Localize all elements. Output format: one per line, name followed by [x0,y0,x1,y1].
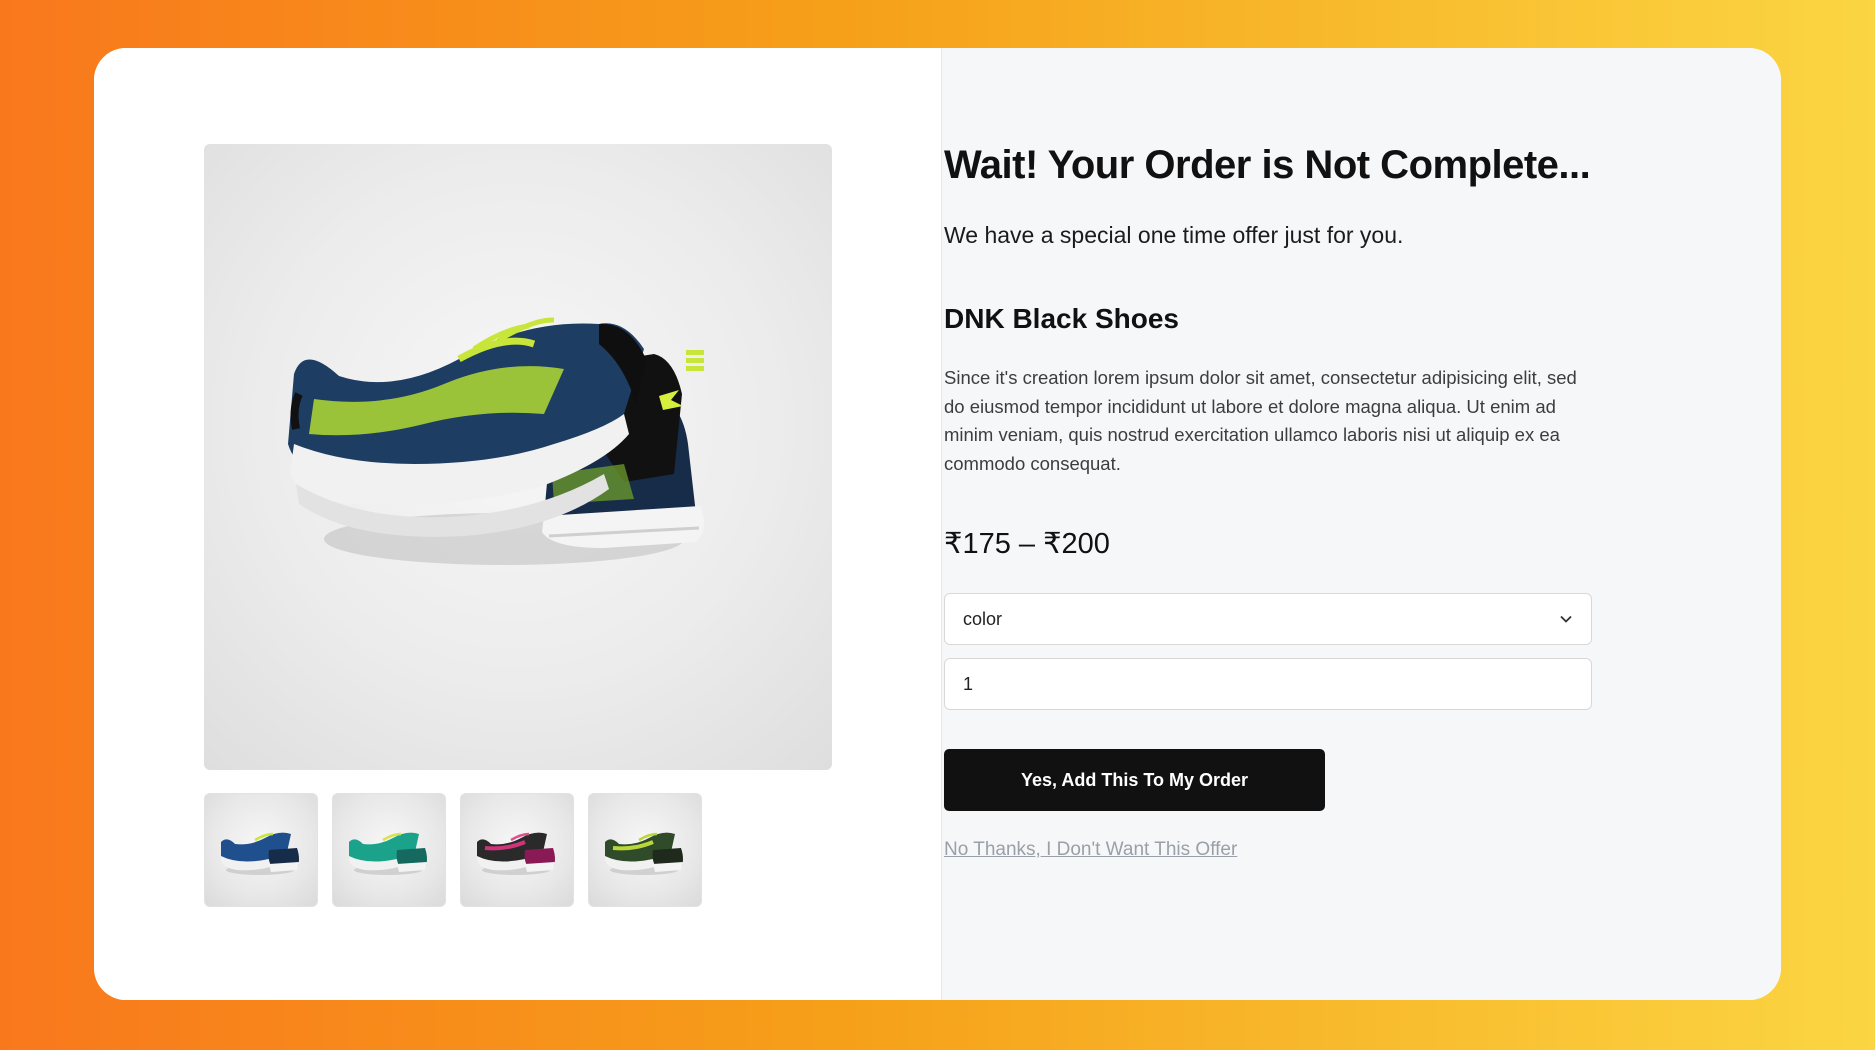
main-product-image [204,144,832,770]
shoe-thumbnail-icon [477,832,555,875]
product-description: Since it's creation lorem ipsum dolor si… [944,367,1577,474]
shoe-image-icon [288,317,705,565]
chevron-down-icon [1559,612,1573,626]
thumbnail-strip [204,793,702,907]
shoe-thumbnail-icon [349,832,427,875]
color-select-value: color [963,608,1003,629]
product-name: DNK Black Shoes [944,303,1179,334]
color-select[interactable]: color [944,593,1592,645]
quantity-input[interactable] [944,658,1592,710]
shoe-thumbnail-icon [605,832,683,875]
offer-subline: We have a special one time offer just fo… [944,222,1404,248]
thumbnail-teal[interactable] [332,793,446,907]
product-price: ₹175 – ₹200 [944,528,1110,560]
thumbnail-magenta[interactable] [460,793,574,907]
offer-headline: Wait! Your Order is Not Complete... [944,143,1591,187]
shoe-thumbnail-icon [221,832,299,875]
accept-offer-button[interactable]: Yes, Add This To My Order [944,749,1325,811]
thumbnail-olive[interactable] [588,793,702,907]
decline-offer-link[interactable]: No Thanks, I Don't Want This Offer [944,839,1237,861]
offer-card [94,48,1781,1000]
product-gallery [94,48,942,1000]
thumbnail-blue[interactable] [204,793,318,907]
